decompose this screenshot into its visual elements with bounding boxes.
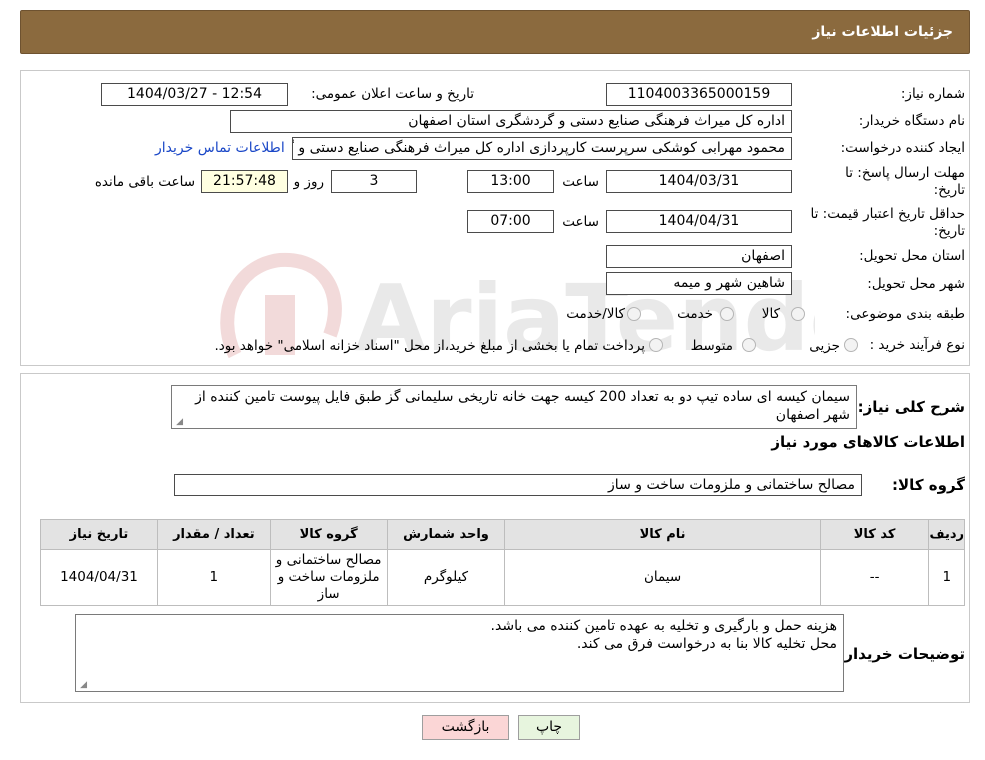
creator-field: محمود مهرابی کوشکی سرپرست کارپردازی ادار… <box>292 137 792 160</box>
category-goods-label: کالا <box>761 306 780 322</box>
cell-unit: کیلوگرم <box>386 549 506 606</box>
cell-name: سیمان <box>504 549 821 606</box>
validity-date-field: 1404/04/31 <box>606 210 792 233</box>
cell-group: مصالح ساختمانی و ملزومات ساخت و ساز <box>269 549 388 606</box>
category-service-radio[interactable] <box>720 307 734 321</box>
category-service-label: خدمت <box>677 306 713 322</box>
validity-label: حداقل تاریخ اعتبار قیمت: تا تاریخ: <box>810 206 965 239</box>
goods-group-label: گروه کالا: <box>892 476 965 494</box>
validity-time-field: 07:00 <box>467 210 554 233</box>
purchase-note: پرداخت تمام یا بخشی از مبلغ خرید،از محل … <box>214 338 645 354</box>
days-label: روز و <box>293 174 324 190</box>
table-row: 1 -- سیمان کیلوگرم مصالح ساختمانی و ملزو… <box>40 549 965 606</box>
cell-row: 1 <box>928 549 965 606</box>
buyer-contact-link[interactable]: اطلاعات تماس خریدار <box>155 140 285 156</box>
goods-section-title: اطلاعات کالاهای مورد نیاز <box>771 433 965 451</box>
creator-label: ایجاد کننده درخواست: <box>840 140 965 156</box>
buyer-notes-line-1: هزینه حمل و بارگیری و تخلیه به عهده تامی… <box>490 618 837 634</box>
deadline-time-field: 13:00 <box>467 170 554 193</box>
col-name: نام کالا <box>504 519 821 550</box>
summary-text: سیمان کیسه ای ساده تیپ دو به تعداد 200 ک… <box>195 389 850 423</box>
purchase-treasury-radio[interactable] <box>649 338 663 352</box>
table-header-row: ردیف کد کالا نام کالا واحد شمارش گروه کا… <box>40 519 965 550</box>
purchase-medium-radio[interactable] <box>742 338 756 352</box>
need-number-label: شماره نیاز: <box>900 86 965 102</box>
announce-datetime-field: 1404/03/27 - 12:54 <box>101 83 288 106</box>
deadline-date-field: 1404/03/31 <box>606 170 792 193</box>
deadline-time-label: ساعت <box>562 174 599 190</box>
col-code: کد کالا <box>819 519 930 550</box>
cell-date: 1404/04/31 <box>40 549 158 606</box>
col-row: ردیف <box>928 519 965 550</box>
purchase-medium-label: متوسط <box>690 338 733 354</box>
purchase-type-label: نوع فرآیند خرید : <box>869 337 965 353</box>
buyer-org-field: اداره کل میراث فرهنگی صنایع دستی و گردشگ… <box>230 110 792 133</box>
category-both-label: کالا/خدمت <box>566 306 625 322</box>
category-both-radio[interactable] <box>627 307 641 321</box>
col-group: گروه کالا <box>269 519 388 550</box>
category-label: طبقه بندی موضوعی: <box>845 306 965 322</box>
print-button[interactable]: چاپ <box>518 715 580 740</box>
remaining-time-field: 21:57:48 <box>201 170 288 193</box>
remaining-label: ساعت باقی مانده <box>94 174 195 190</box>
province-label: استان محل تحویل: <box>859 248 965 264</box>
city-label: شهر محل تحویل: <box>867 276 965 292</box>
purchase-minor-label: جزیی <box>809 338 840 354</box>
buyer-notes-label: توضیحات خریدار: <box>838 645 965 663</box>
announce-label: تاریخ و ساعت اعلان عمومی: <box>311 86 474 102</box>
purchase-minor-radio[interactable] <box>844 338 858 352</box>
city-field: شاهین شهر و میمه <box>606 272 792 295</box>
col-qty: تعداد / مقدار <box>156 519 271 550</box>
province-field: اصفهان <box>606 245 792 268</box>
summary-label: شرح کلی نیاز: <box>857 398 965 416</box>
category-goods-radio[interactable] <box>791 307 805 321</box>
col-unit: واحد شمارش <box>386 519 506 550</box>
deadline-label: مهلت ارسال پاسخ: تا تاریخ: <box>845 165 965 198</box>
cell-qty: 1 <box>156 549 271 606</box>
need-number-field: 1104003365000159 <box>606 83 792 106</box>
buyer-notes-line-2: محل تخلیه کالا بنا به درخواست فرق می کند… <box>576 636 837 652</box>
days-remaining-field: 3 <box>331 170 417 193</box>
buyer-org-label: نام دستگاه خریدار: <box>858 113 965 129</box>
resize-grip-icon[interactable]: ◢ <box>174 418 183 427</box>
back-button[interactable]: بازگشت <box>422 715 509 740</box>
goods-group-field: مصالح ساختمانی و ملزومات ساخت و ساز <box>174 474 862 496</box>
col-date: تاریخ نیاز <box>40 519 158 550</box>
page-title: جزئیات اطلاعات نیاز <box>812 24 953 40</box>
cell-code: -- <box>819 549 930 606</box>
page-header: جزئیات اطلاعات نیاز <box>20 10 970 54</box>
validity-time-label: ساعت <box>562 214 599 230</box>
resize-grip-icon[interactable]: ◢ <box>78 681 87 690</box>
goods-table: ردیف کد کالا نام کالا واحد شمارش گروه کا… <box>40 519 965 606</box>
buyer-notes-textarea[interactable]: هزینه حمل و بارگیری و تخلیه به عهده تامی… <box>75 614 844 692</box>
summary-textarea[interactable]: سیمان کیسه ای ساده تیپ دو به تعداد 200 ک… <box>171 385 857 429</box>
